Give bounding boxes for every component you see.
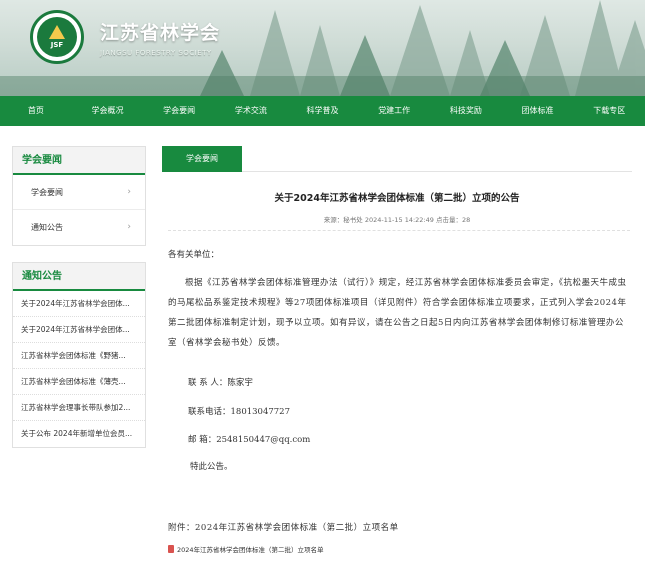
notice-link[interactable]: 关于2024年江苏省林学会团体... xyxy=(13,291,145,317)
attachment-file-name: 2024年江苏省林学会团体标准（第二批）立项名单 xyxy=(177,546,324,554)
article-title: 关于2024年江苏省林学会团体标准（第二批）立项的公告 xyxy=(274,193,520,204)
nav-standards[interactable]: 团体标准 xyxy=(502,96,574,126)
attachment-file-link[interactable]: 2024年江苏省林学会团体标准（第二批）立项名单 xyxy=(168,544,324,554)
closing-text: 特此公告。 xyxy=(190,462,233,472)
divider xyxy=(168,230,630,231)
sidebar-menu: 学会要闻 学会要闻 › 通知公告 › xyxy=(12,146,146,246)
nav-about[interactable]: 学会概况 xyxy=(72,96,144,126)
notice-link[interactable]: 关于2024年江苏省林学会团体... xyxy=(13,317,145,343)
notice-link[interactable]: 关于公布 2024年新增单位会员... xyxy=(13,421,145,447)
tree-icon xyxy=(49,25,65,39)
nav-popular-science[interactable]: 科学普及 xyxy=(287,96,359,126)
notice-link[interactable]: 江苏省林学会团体标准《薄壳... xyxy=(13,369,145,395)
salutation: 各有关单位： xyxy=(168,250,220,260)
nav-downloads[interactable]: 下载专区 xyxy=(573,96,645,126)
sidebar-notices: 通知公告 关于2024年江苏省林学会团体... 关于2024年江苏省林学会团体.… xyxy=(12,262,146,448)
tab-news[interactable]: 学会要闻 xyxy=(162,146,242,172)
site-title: 江苏省林学会 xyxy=(100,21,221,44)
contact-phone: 联系电话：18013047727 xyxy=(188,407,290,417)
attachment-label: 附件：2024年江苏省林学会团体标准（第二批）立项名单 xyxy=(168,523,399,533)
logo-abbrev: JSF xyxy=(50,41,64,49)
nav-party-work[interactable]: 党建工作 xyxy=(358,96,430,126)
content-tabbar: 学会要闻 xyxy=(162,146,632,172)
nav-awards[interactable]: 科技奖励 xyxy=(430,96,502,126)
article-meta: 来源：秘书处 2024-11-15 14:22:49 点击量：28 xyxy=(323,216,471,224)
file-icon xyxy=(168,545,174,553)
sidebar-item-notices[interactable]: 通知公告 › xyxy=(13,210,145,245)
nav-academic[interactable]: 学术交流 xyxy=(215,96,287,126)
site-logo[interactable]: JSF xyxy=(30,10,84,64)
sidebar-item-news[interactable]: 学会要闻 › xyxy=(13,175,145,210)
chevron-right-icon: › xyxy=(127,187,131,197)
article-paragraph: 根据《江苏省林学会团体标准管理办法（试行）》规定，经江苏省林学会团体标准委员会审… xyxy=(168,278,627,348)
notice-link[interactable]: 江苏省林学会团体标准《野猪... xyxy=(13,343,145,369)
contact-person: 联 系 人：陈家宇 xyxy=(188,378,253,388)
notice-link[interactable]: 江苏省林学会理事长带队参加2... xyxy=(13,395,145,421)
sidebar-item-label: 学会要闻 xyxy=(31,188,63,197)
contact-email: 邮 箱：2548150447@qq.com xyxy=(188,435,311,445)
header-banner: JSF 江苏省林学会 JIANGSU FORESTRY SOCIETY xyxy=(0,0,645,96)
nav-news[interactable]: 学会要闻 xyxy=(143,96,215,126)
nav-home[interactable]: 首页 xyxy=(0,96,72,126)
chevron-right-icon: › xyxy=(127,222,131,232)
main-nav: 首页 学会概况 学会要闻 学术交流 科学普及 党建工作 科技奖励 团体标准 下载… xyxy=(0,96,645,126)
site-logo-group[interactable]: JSF 江苏省林学会 JIANGSU FORESTRY SOCIETY xyxy=(30,10,220,64)
site-subtitle: JIANGSU FORESTRY SOCIETY xyxy=(100,48,212,57)
sidebar-menu-title: 学会要闻 xyxy=(13,147,145,175)
sidebar-item-label: 通知公告 xyxy=(31,223,63,232)
sidebar-notices-title: 通知公告 xyxy=(13,263,145,291)
